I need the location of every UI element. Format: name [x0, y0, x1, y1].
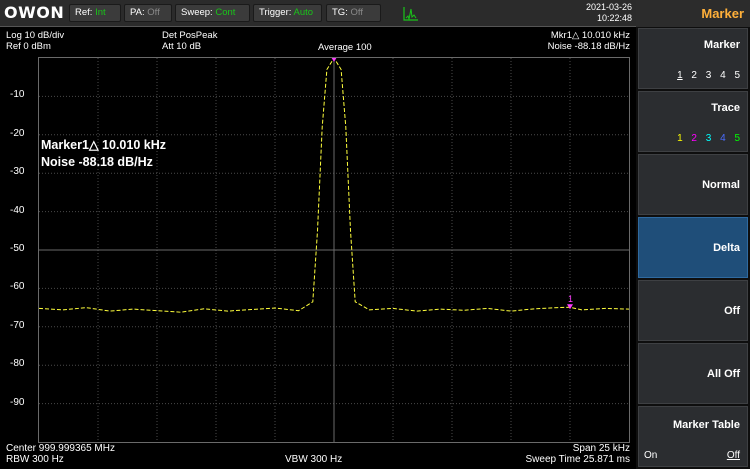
footer-right: Span 25 kHz Sweep Time 25.871 ms [526, 443, 631, 465]
y-tick-label: -80 [10, 358, 25, 370]
all-off-label: All Off [707, 368, 740, 380]
marker-table-button[interactable]: Marker Table On Off [638, 406, 748, 467]
span-readout[interactable]: Span 25 kHz [526, 443, 630, 454]
marker-table-off[interactable]: Off [727, 450, 740, 461]
delta-button[interactable]: Delta [638, 217, 748, 278]
vbw-readout[interactable]: VBW 300 Hz [285, 454, 342, 465]
delta-label: Delta [713, 242, 740, 254]
scale-readout: Log 10 dB/div [6, 30, 65, 41]
tg-chip[interactable]: TG: Off [326, 4, 381, 22]
marker-number-options: 1 2 3 4 5 [671, 70, 740, 81]
marker-triangle-icon [567, 304, 573, 310]
marker-option-1[interactable]: 1 [677, 70, 683, 81]
y-tick-label: -60 [10, 281, 25, 293]
attenuation-readout: Att 10 dB [162, 41, 202, 52]
all-off-button[interactable]: All Off [638, 343, 748, 404]
marker-annotation-freq: Marker1△ 10.010 kHz [41, 138, 166, 152]
marker-annotation-noise: Noise -88.18 dB/Hz [41, 155, 153, 169]
trace-option-2[interactable]: 2 [691, 133, 697, 144]
marker-option-5[interactable]: 5 [734, 70, 740, 81]
marker-annotation: Marker1△ 10.010 kHz Noise -88.18 dB/Hz [41, 137, 166, 171]
rbw-readout[interactable]: RBW 300 Hz [6, 454, 115, 465]
owon-logo: OWON [4, 3, 65, 22]
y-tick-label: -70 [10, 319, 25, 331]
marker-table-toggle[interactable]: On Off [644, 450, 740, 461]
marker-freq-readout: Mkr1△ 10.010 kHz [550, 30, 630, 41]
trace-select-label: Trace [711, 102, 740, 114]
trace-select-button[interactable]: Trace 1 2 3 4 5 [638, 91, 748, 152]
noise-readout: Noise -88.18 dB/Hz [547, 41, 630, 52]
date-text: 2021-03-26 [585, 2, 632, 12]
plot-area[interactable]: R1 [38, 57, 630, 443]
y-tick-label: -40 [10, 204, 25, 216]
y-tick-label: -50 [10, 243, 25, 254]
footer-left: Center 999.999365 MHz RBW 300 Hz [6, 443, 115, 465]
softkey-panel: Marker Marker 1 2 3 4 5 Trace 1 2 3 4 5 … [636, 0, 750, 469]
sweep-time-readout[interactable]: Sweep Time 25.871 ms [526, 454, 631, 465]
pa-chip[interactable]: PA: Off [124, 4, 172, 22]
y-tick-label: -30 [10, 166, 25, 178]
signal-status-icon [403, 7, 418, 21]
marker-select-label: Marker [703, 39, 740, 51]
trace-option-5[interactable]: 5 [734, 133, 740, 144]
normal-label: Normal [702, 179, 740, 191]
time-text: 10:22:48 [596, 13, 632, 23]
ref-level-readout: Ref 0 dBm [6, 41, 51, 52]
y-tick-label: -20 [10, 127, 25, 139]
marker-select-button[interactable]: Marker 1 2 3 4 5 [638, 28, 748, 89]
trigger-chip[interactable]: Trigger: Auto [253, 4, 322, 22]
y-tick-label: -10 [10, 89, 25, 101]
marker-option-2[interactable]: 2 [691, 70, 697, 81]
detector-readout: Det PosPeak [162, 30, 218, 41]
y-tick-label: -90 [10, 396, 25, 408]
average-readout: Average 100 [318, 42, 372, 53]
trace-option-1[interactable]: 1 [677, 133, 683, 144]
marker-option-3[interactable]: 3 [706, 70, 712, 81]
trace-number-options: 1 2 3 4 5 [671, 133, 740, 144]
trace-option-3[interactable]: 3 [706, 133, 712, 144]
date-time: 2021-03-26 10:22:48 [552, 2, 632, 24]
center-freq[interactable]: Center 999.999365 MHz [6, 443, 115, 454]
top-status-bar: OWON Ref: Int PA: Off Sweep: Cont Trigge… [0, 0, 636, 27]
trace-option-4[interactable]: 4 [720, 133, 726, 144]
marker-table-on[interactable]: On [644, 450, 657, 461]
marker-label: 1 [568, 294, 573, 304]
spectrum-display: Log 10 dB/div Ref 0 dBm Det PosPeak Att … [0, 27, 636, 469]
marker-reference[interactable]: R [331, 58, 343, 62]
marker-option-4[interactable]: 4 [720, 70, 726, 81]
menu-title: Marker [636, 0, 750, 27]
spectrum-plot: R1 [39, 58, 629, 442]
ref-chip[interactable]: Ref: Int [69, 4, 121, 22]
off-label: Off [724, 305, 740, 317]
marker-table-label: Marker Table [672, 419, 740, 431]
sweep-chip[interactable]: Sweep: Cont [175, 4, 250, 22]
off-button[interactable]: Off [638, 280, 748, 341]
normal-button[interactable]: Normal [638, 154, 748, 215]
